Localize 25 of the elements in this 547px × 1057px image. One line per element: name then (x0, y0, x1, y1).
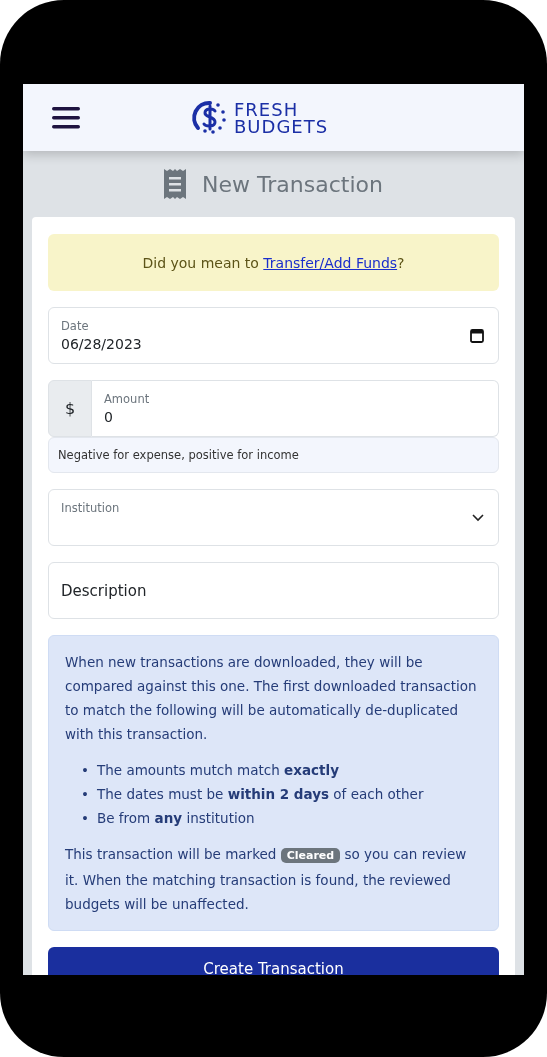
logo-text: FRESH (234, 100, 300, 118)
bullet-marker: • (81, 785, 87, 804)
amount-field[interactable]: Amount 0 (92, 380, 499, 437)
logo-text: BUDGETS (234, 117, 329, 135)
rule-item: Be from any institution (97, 809, 255, 828)
info-text: When new transactions are downloaded, they will be compared against this one. The first downloaded transaction to match the following will be automatically de-duplicated with this transaction. (65, 653, 478, 744)
info-text: This transaction will be marked Cleared so you can review it. When the matching transaction is found, the reviewed budgets will be unaffected. (65, 845, 468, 914)
page-title: New Transaction (202, 171, 383, 197)
description-field[interactable]: Description (48, 562, 499, 619)
currency-prefix: $ (48, 380, 92, 437)
help-text: Negative for expense, positive for income (48, 437, 499, 473)
chevron-down-icon[interactable] (472, 513, 484, 522)
calendar-icon[interactable] (470, 328, 484, 343)
bullet-marker: • (81, 809, 87, 828)
bullet-marker: • (81, 761, 87, 780)
status-badge: Cleared (280, 848, 341, 863)
create-transaction-button[interactable]: Create Transaction (48, 947, 499, 975)
transfer-link[interactable]: Transfer/Add Funds (263, 254, 398, 271)
rule-item: The amounts mutch match exactly (97, 761, 339, 780)
alert-text: Did you mean to Transfer/Add Funds? (142, 254, 405, 271)
receipt-icon (164, 169, 187, 199)
institution-select[interactable]: Institution (48, 489, 499, 546)
date-field[interactable]: Date 06/28/2023 (48, 307, 499, 364)
menu-icon[interactable] (52, 105, 80, 130)
rule-item: The dates must be within 2 days of each other (97, 785, 424, 804)
